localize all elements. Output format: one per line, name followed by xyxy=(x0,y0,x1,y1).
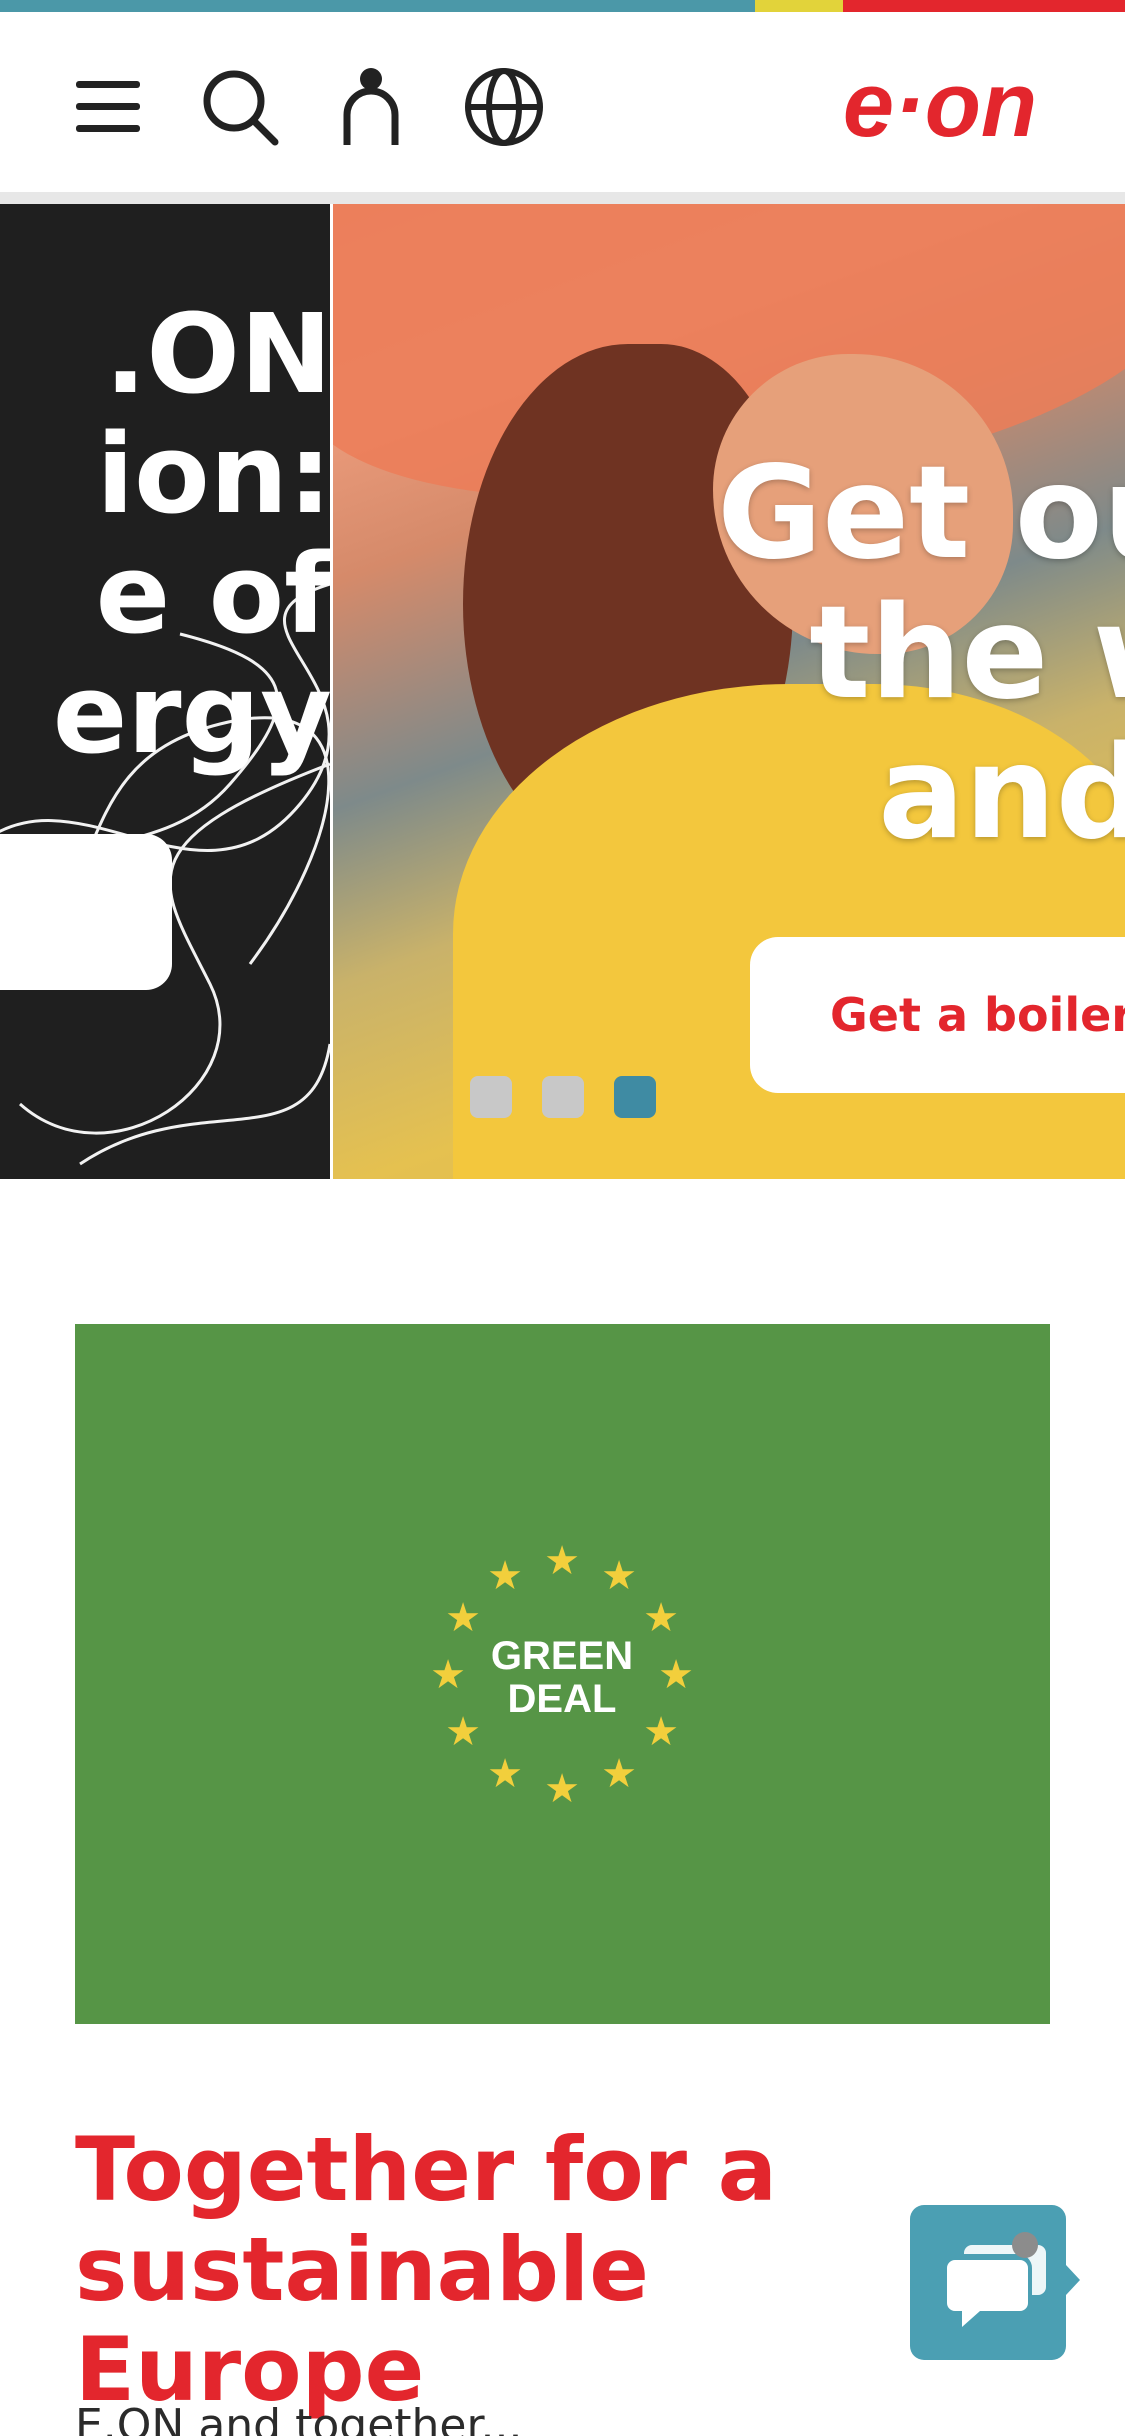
carousel-dot-active[interactable] xyxy=(614,1076,656,1118)
svg-text:★: ★ xyxy=(445,1709,481,1755)
carousel-dot[interactable] xyxy=(542,1076,584,1118)
menu-button[interactable] xyxy=(63,62,153,152)
hero-carousel[interactable]: .ON ion: e of ergy ng Get out the wi and… xyxy=(0,204,1125,1179)
globe-icon xyxy=(465,68,543,146)
svg-text:★: ★ xyxy=(658,1652,694,1698)
headline-line: and r xyxy=(878,719,1125,868)
brand-bar-yellow xyxy=(755,0,843,12)
headline-line: ergy xyxy=(52,650,330,778)
eon-logo-mark: e·on xyxy=(843,54,1037,156)
search-button[interactable] xyxy=(195,62,285,152)
eu-green-deal-logo: ★ ★ ★ ★ ★ ★ ★ ★ ★ ★ ★ ★ GREEN DEAL xyxy=(430,1538,694,1812)
section-title: Together for a sustainable Europe xyxy=(75,2118,778,2421)
green-deal-line1: GREEN xyxy=(491,1634,633,1678)
svg-text:★: ★ xyxy=(643,1709,679,1755)
section-body-text: E.ON and together... xyxy=(75,2400,523,2436)
svg-text:★: ★ xyxy=(445,1595,481,1641)
menu-icon xyxy=(76,81,140,132)
green-deal-image: ★ ★ ★ ★ ★ ★ ★ ★ ★ ★ ★ ★ GREEN DEAL xyxy=(75,1324,1050,2024)
chat-button[interactable] xyxy=(910,2205,1080,2360)
svg-text:★: ★ xyxy=(601,1751,637,1797)
account-button[interactable] xyxy=(326,62,416,152)
brand-bar-teal xyxy=(0,0,755,12)
search-icon xyxy=(203,70,279,146)
svg-text:★: ★ xyxy=(544,1766,580,1812)
previous-slide-headline: .ON ion: e of ergy xyxy=(53,294,330,774)
site-header: e·on xyxy=(0,12,1125,204)
language-button[interactable] xyxy=(459,62,549,152)
headline-line: e of xyxy=(95,530,330,658)
chat-icon xyxy=(910,2205,1080,2360)
eon-logo[interactable]: e·on xyxy=(815,54,1065,156)
svg-text:e·on: e·on xyxy=(843,62,1037,152)
previous-slide-cta-button[interactable]: ng xyxy=(0,834,172,990)
cta-label: Get a boiler q xyxy=(830,988,1125,1042)
headline-line: Get out xyxy=(717,439,1125,588)
brand-color-bar xyxy=(0,0,1125,12)
headline-line: .ON xyxy=(104,290,330,418)
carousel-dot[interactable] xyxy=(470,1076,512,1118)
current-slide-headline: Get out the wi and r xyxy=(717,444,1125,864)
brand-bar-red xyxy=(843,0,1125,12)
carousel-pagination xyxy=(470,1076,656,1118)
svg-text:★: ★ xyxy=(487,1553,523,1599)
carousel-slide-current[interactable]: Get out the wi and r Get a boiler q xyxy=(333,204,1125,1179)
svg-text:★: ★ xyxy=(544,1538,580,1584)
carousel-slide-previous[interactable]: .ON ion: e of ergy ng xyxy=(0,204,330,1179)
svg-text:★: ★ xyxy=(643,1595,679,1641)
header-divider xyxy=(0,192,1125,204)
svg-text:★: ★ xyxy=(487,1751,523,1797)
user-icon xyxy=(343,68,399,145)
svg-text:★: ★ xyxy=(430,1652,466,1698)
headline-line: ion: xyxy=(96,410,330,538)
green-deal-line2: DEAL xyxy=(508,1677,617,1721)
headline-line: the wi xyxy=(809,579,1125,728)
svg-text:★: ★ xyxy=(601,1553,637,1599)
boiler-quote-button[interactable]: Get a boiler q xyxy=(750,937,1125,1093)
